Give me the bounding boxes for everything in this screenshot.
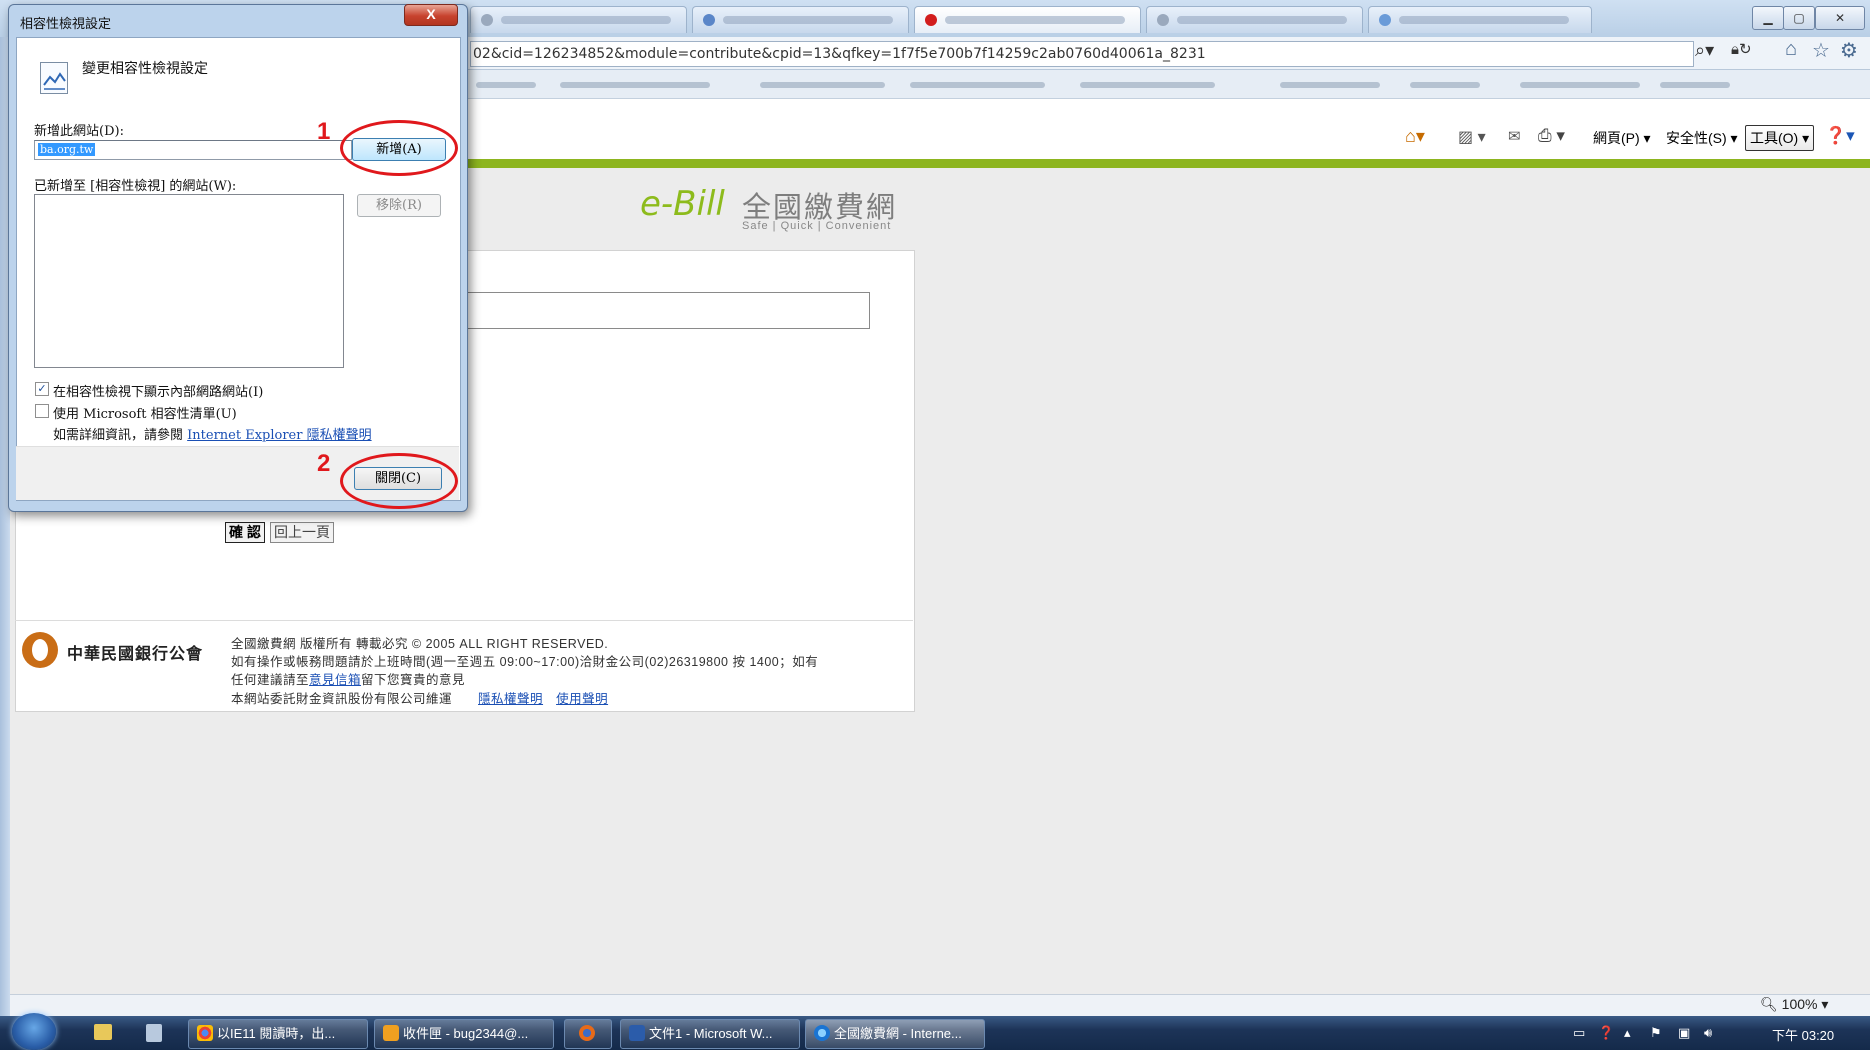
ms-list-checkbox[interactable]	[35, 404, 49, 418]
feedback-link[interactable]: 意見信箱	[309, 673, 361, 687]
url-field[interactable]: 02&cid=126234852&module=contribute&cpid=…	[470, 41, 1694, 67]
browser-tab-active[interactable]	[914, 6, 1141, 33]
print-icon[interactable]: ⎙ ▾	[1538, 126, 1565, 146]
favorites-star-icon[interactable]: ☆	[1812, 38, 1830, 63]
page-input-field[interactable]	[460, 292, 870, 329]
browser-tab[interactable]	[1368, 6, 1592, 33]
maximize-button[interactable]: ▢	[1783, 6, 1815, 30]
status-bar	[10, 994, 1870, 1017]
lock-icon[interactable]: 🔒︎↻	[1731, 40, 1752, 58]
taskbar-item-outlook[interactable]: 收件匣 - bug2344@...	[374, 1019, 554, 1049]
site-list[interactable]	[34, 194, 344, 368]
tray-volume-icon[interactable]: 🔊︎	[1704, 1025, 1712, 1041]
remove-button[interactable]: 移除(R)	[357, 194, 441, 217]
browser-tab[interactable]	[692, 6, 909, 33]
compat-view-icon	[40, 62, 68, 94]
taskbar-item-word[interactable]: 文件1 - Microsoft W...	[620, 1019, 800, 1049]
feeds-icon[interactable]: ▨ ▾	[1458, 127, 1486, 147]
privacy-link[interactable]: 隱私權聲明	[478, 692, 543, 706]
tray-help-icon[interactable]: ❓	[1598, 1025, 1614, 1041]
taskbar-item-firefox[interactable]	[564, 1019, 612, 1049]
home-icon[interactable]: ⌂	[1785, 38, 1797, 61]
documents-icon[interactable]	[146, 1024, 162, 1042]
annotation-circle-1	[340, 120, 458, 176]
terms-link[interactable]: 使用聲明	[556, 692, 608, 706]
search-icon[interactable]: ⌕▾	[1695, 40, 1714, 61]
footer-feedback: 任何建議請至意見信箱留下您寶貴的意見	[231, 673, 466, 687]
tray-show-hidden-icon[interactable]: ▴	[1624, 1025, 1631, 1041]
confirm-button[interactable]: 確 認	[225, 522, 265, 543]
tools-menu[interactable]: 工具(O) ▾	[1745, 125, 1815, 151]
mail-icon[interactable]: ✉	[1508, 127, 1521, 145]
taskbar-item-chrome[interactable]: 以IE11 閱讀時，出...	[188, 1019, 368, 1049]
ms-list-checkbox-label: 使用 Microsoft 相容性清單(U)	[53, 407, 237, 422]
safety-menu[interactable]: 安全性(S) ▾	[1666, 128, 1738, 148]
site-list-label: 已新增至 [相容性檢視] 的網站(W):	[34, 179, 237, 194]
footer-operator: 本網站委託財金資訊股份有限公司維運 隱私權聲明 使用聲明	[231, 692, 609, 706]
annotation-circle-2	[340, 453, 458, 509]
explorer-icon[interactable]	[94, 1024, 112, 1040]
bank-association-logo	[22, 632, 58, 668]
tray-flag-icon[interactable]: ⚑	[1650, 1025, 1662, 1041]
bank-association-name: 中華民國銀行公會	[67, 644, 204, 663]
zoom-control[interactable]: 🔍︎ 100% ▾	[1760, 996, 1828, 1013]
footer-copyright: 全國繳費網 版權所有 轉載必究 © 2005 ALL RIGHT RESERVE…	[231, 637, 609, 651]
dialog-close-icon[interactable]: X	[404, 4, 458, 26]
tray-network-icon[interactable]: ▭	[1573, 1025, 1585, 1041]
privacy-statement-link[interactable]: Internet Explorer 隱私權聲明	[187, 428, 371, 443]
intranet-checkbox-label: 在相容性檢視下顯示內部網路網站(I)	[53, 385, 264, 400]
home-icon[interactable]: ⌂▾	[1405, 126, 1425, 147]
add-site-input[interactable]: ba.org.tw	[34, 140, 352, 160]
page-menu[interactable]: 網頁(P) ▾	[1593, 128, 1651, 148]
ebill-logo-tagline: Safe | Quick | Convenient	[742, 220, 892, 232]
browser-tab[interactable]	[1146, 6, 1363, 33]
add-site-label: 新增此網站(D):	[34, 124, 124, 139]
annotation-number-2: 2	[317, 450, 331, 477]
ebill-logo: e-Bill	[640, 184, 725, 224]
minimize-button[interactable]: ▁	[1752, 6, 1784, 30]
dialog-heading: 變更相容性檢視設定	[82, 61, 208, 77]
start-button[interactable]	[12, 1013, 56, 1050]
taskbar-clock[interactable]: 下午 03:20	[1772, 1025, 1834, 1044]
footer-contact: 如有操作或帳務問題請於上班時間(週一至週五 09:00~17:00)洽財金公司(…	[231, 655, 819, 669]
dialog-title: 相容性檢視設定	[20, 16, 112, 31]
taskbar-item-ie[interactable]: 全國繳費網 - Interne...	[805, 1019, 985, 1049]
back-button[interactable]: 回上一頁	[270, 522, 334, 543]
browser-tab[interactable]	[470, 6, 687, 33]
annotation-number-1: 1	[317, 118, 331, 145]
window-close-button[interactable]: ✕	[1815, 6, 1865, 30]
help-icon[interactable]: ❓▾	[1825, 126, 1855, 146]
info-text: 如需詳細資訊，請參閱 Internet Explorer 隱私權聲明	[53, 428, 372, 443]
intranet-checkbox[interactable]: ✓	[35, 382, 49, 396]
gear-icon[interactable]: ⚙	[1840, 38, 1858, 63]
tray-display-icon[interactable]: ▣	[1678, 1025, 1690, 1041]
footer-divider	[15, 620, 913, 621]
